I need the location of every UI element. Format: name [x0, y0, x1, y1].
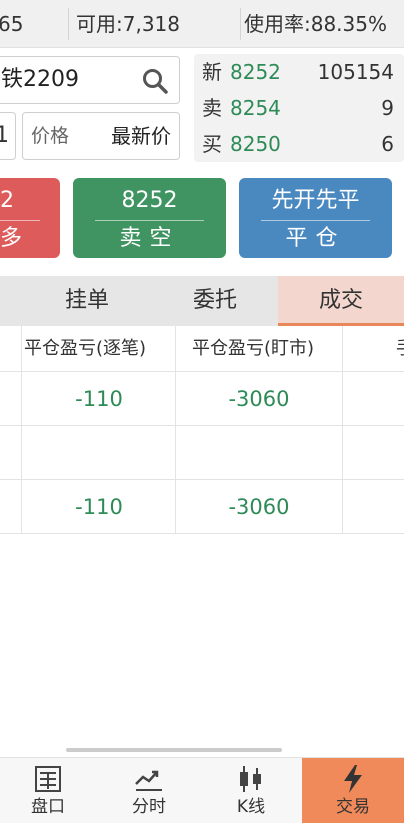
- ask-volume: 9: [381, 96, 394, 120]
- lightning-icon: [344, 765, 362, 793]
- tab-trades[interactable]: 成交: [278, 276, 404, 326]
- table-row[interactable]: -110 -3060: [0, 480, 404, 534]
- price-label: 价格: [31, 125, 70, 147]
- column-divider: [342, 326, 343, 534]
- sell-label: 卖空: [119, 226, 180, 251]
- nav-label-timeshare: 分时: [132, 797, 166, 817]
- button-divider: [0, 220, 40, 221]
- divider: [240, 8, 241, 40]
- pnl-mtm-cell: -3060: [228, 387, 290, 411]
- trades-table-header: | 平仓盈亏(逐笔) 平仓盈亏(盯市) 手: [0, 326, 404, 372]
- close-position-button[interactable]: 先开先平 平仓: [239, 178, 392, 258]
- column-header-lots: 手: [396, 326, 404, 372]
- bid-label: 买: [202, 132, 222, 156]
- last-price: 8252: [230, 60, 281, 84]
- divider: [68, 8, 69, 40]
- balance-fragment: 65: [0, 12, 24, 36]
- usage-rate: 使用率:88.35%: [244, 12, 387, 36]
- search-icon[interactable]: [141, 67, 169, 95]
- column-header-pnl-per-trade: 平仓盈亏(逐笔): [24, 338, 147, 359]
- close-mode: 先开先平: [271, 188, 360, 213]
- symbol-value: 铁2209: [1, 67, 79, 92]
- button-divider: [95, 220, 204, 221]
- quantity-input[interactable]: 1: [0, 112, 16, 160]
- nav-candlestick[interactable]: K线: [202, 758, 300, 823]
- bid-volume: 6: [381, 132, 394, 156]
- symbol-input[interactable]: 铁2209: [0, 56, 180, 104]
- pnl-mtm-cell: [176, 426, 342, 480]
- nav-label-trade: 交易: [336, 797, 370, 817]
- pnl-per-trade-cell: [22, 426, 176, 480]
- quantity-value: 1: [0, 123, 9, 148]
- ask-label: 卖: [202, 96, 222, 120]
- bid-price: 8250: [230, 132, 281, 156]
- nav-label-candlestick: K线: [236, 797, 266, 817]
- sell-price: 8252: [121, 188, 178, 213]
- nav-label-orderbook: 盘口: [31, 797, 65, 817]
- nav-orderbook[interactable]: 盘口: [0, 758, 96, 823]
- buy-price: 2: [0, 188, 14, 213]
- sell-short-button[interactable]: 8252 卖空: [73, 178, 226, 258]
- column-header-pnl-mtm: 平仓盈亏(盯市): [192, 338, 315, 359]
- buy-label: 多: [0, 226, 23, 251]
- ask-row: 卖 8254 9: [194, 90, 404, 126]
- nav-trade[interactable]: 交易: [302, 758, 404, 823]
- column-divider: [175, 326, 176, 534]
- table-row[interactable]: -110 -3060: [0, 372, 404, 426]
- last-price-row: 新 8252 105154: [194, 54, 404, 90]
- column-header-fragment: |: [0, 326, 10, 372]
- pnl-per-trade-cell: -110: [75, 387, 123, 411]
- order-tabs: 挂单 委托 成交: [0, 276, 404, 326]
- price-input[interactable]: 价格 最新价: [22, 112, 180, 160]
- column-divider: [21, 326, 22, 534]
- buy-long-button[interactable]: 2 多: [0, 178, 60, 258]
- pnl-per-trade-cell: -110: [75, 495, 123, 519]
- tab-orders[interactable]: 委托: [160, 276, 270, 326]
- table-row[interactable]: [0, 426, 404, 480]
- available-funds: 可用:7,318: [76, 12, 180, 36]
- bottom-navigation: 盘口 分时 K线 交易: [0, 757, 404, 823]
- last-label: 新: [202, 60, 222, 84]
- candlestick-icon: [240, 766, 261, 792]
- tab-pending[interactable]: 挂单: [32, 276, 142, 326]
- ask-price: 8254: [230, 96, 281, 120]
- button-divider: [261, 220, 370, 221]
- home-indicator[interactable]: [66, 748, 282, 752]
- bid-row: 买 8250 6: [194, 126, 404, 162]
- price-type-value: 最新价: [111, 124, 171, 148]
- order-entry-panel: 铁2209 1 价格 最新价 新 8252 105154 卖 8254 9 买 …: [0, 48, 404, 168]
- orderbook-icon: [35, 766, 61, 792]
- nav-timeshare[interactable]: 分时: [100, 758, 198, 823]
- last-volume: 105154: [317, 60, 394, 84]
- quote-panel: 新 8252 105154 卖 8254 9 买 8250 6: [194, 54, 404, 162]
- account-status-bar: 65 可用:7,318 使用率:88.35%: [0, 0, 404, 48]
- close-label: 平仓: [285, 226, 346, 251]
- timeshare-icon: [135, 770, 162, 791]
- pnl-mtm-cell: -3060: [228, 495, 290, 519]
